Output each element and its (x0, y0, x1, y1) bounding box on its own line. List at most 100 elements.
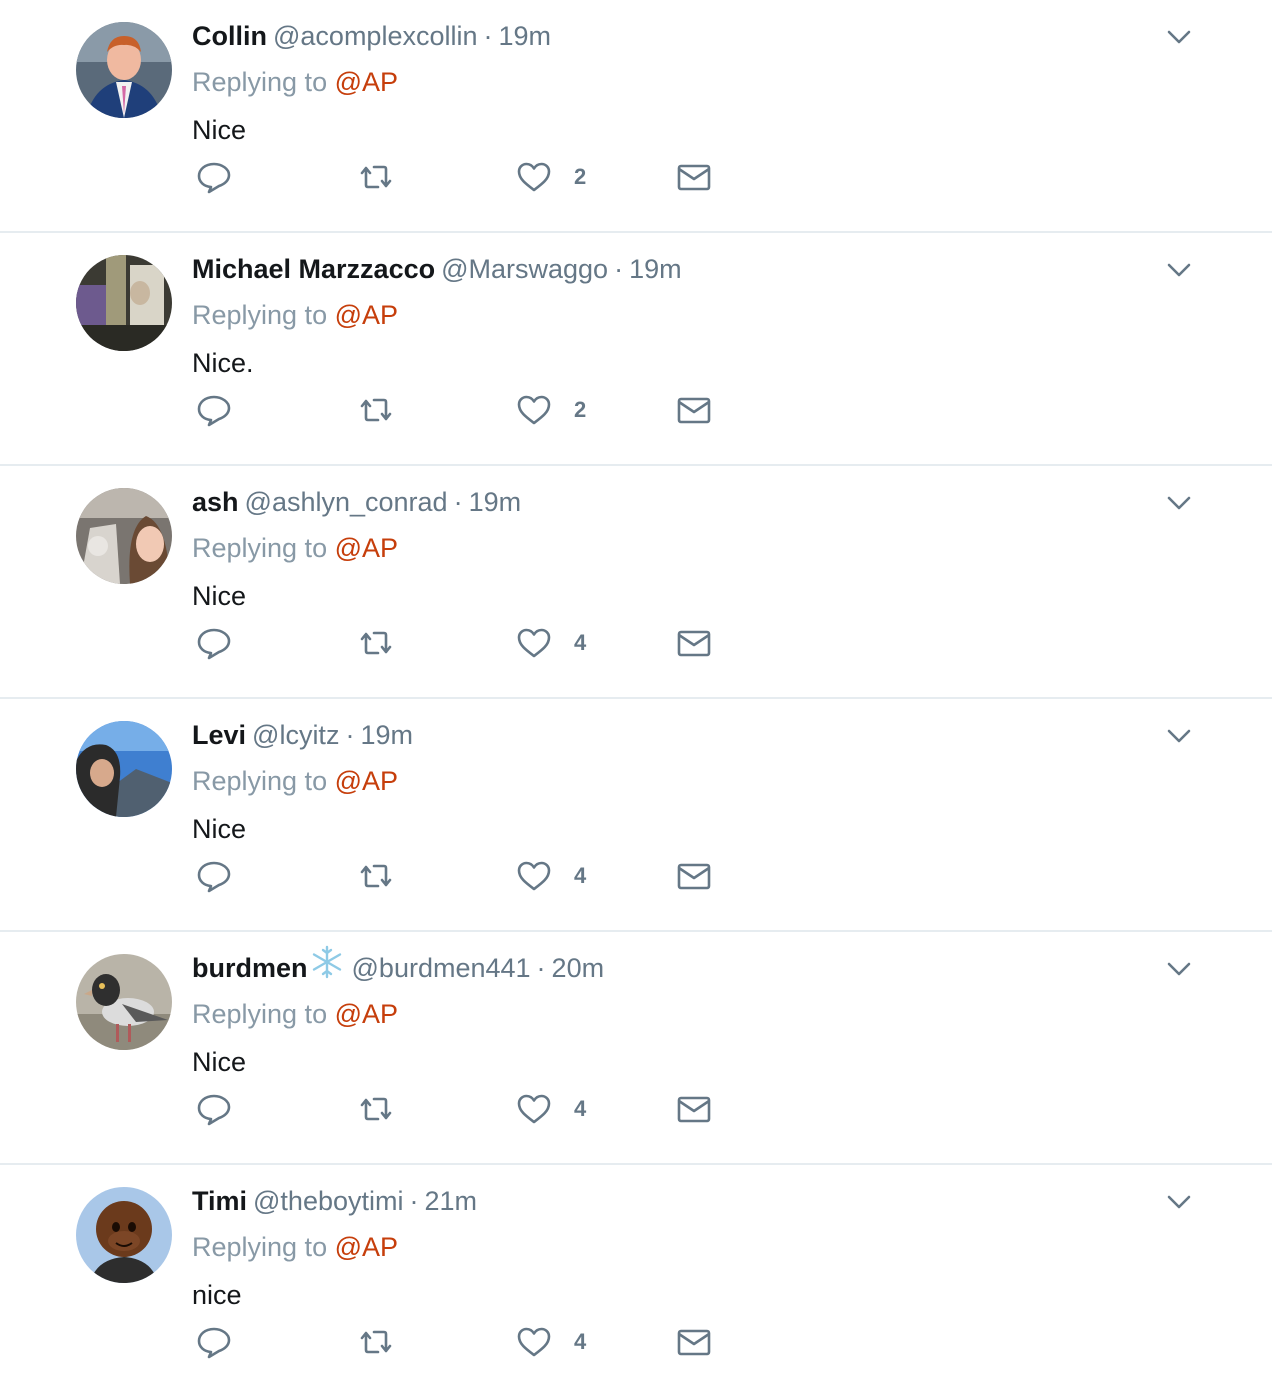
tweet-actions: 2 (192, 390, 732, 430)
reply-button[interactable] (196, 623, 232, 663)
like-button[interactable]: 4 (516, 623, 586, 663)
retweet-icon (356, 625, 396, 661)
tweet-text: Nice (192, 581, 247, 611)
direct-message-button[interactable] (676, 157, 712, 197)
like-button[interactable]: 4 (516, 1089, 586, 1129)
avatar[interactable] (76, 954, 172, 1050)
heart-icon (516, 159, 552, 195)
avatar[interactable] (76, 1187, 172, 1283)
mention-link[interactable]: @AP (335, 300, 398, 330)
reply-icon (196, 625, 232, 661)
display-name[interactable]: Michael Marzzacco (192, 254, 435, 284)
display-name[interactable]: burdmen (192, 953, 308, 983)
reply-feed: Collin @acomplexcollin · 19m Replying to @AP… (0, 0, 1272, 1398)
timestamp[interactable]: 19m (469, 487, 522, 517)
heart-icon (516, 1091, 552, 1127)
mention-link[interactable]: @AP (335, 766, 398, 796)
display-name[interactable]: Levi (192, 720, 246, 750)
retweet-icon (356, 1091, 396, 1127)
tweet-reply[interactable]: Timi @theboytimi · 21m Replying to @AP nice 4 (0, 1165, 1272, 1398)
avatar[interactable] (76, 488, 172, 584)
chevron-down-icon[interactable] (1164, 954, 1194, 984)
retweet-button[interactable] (356, 856, 396, 896)
mention-link[interactable]: @AP (335, 67, 398, 97)
reply-button[interactable] (196, 856, 232, 896)
chevron-down-icon[interactable] (1164, 1187, 1194, 1217)
avatar[interactable] (76, 255, 172, 351)
chevron-down-icon[interactable] (1164, 22, 1194, 52)
envelope-icon (676, 159, 712, 195)
like-button[interactable]: 2 (516, 157, 586, 197)
retweet-button[interactable] (356, 623, 396, 663)
replying-to: Replying to @AP (192, 530, 398, 566)
chevron-down-icon[interactable] (1164, 255, 1194, 285)
like-button[interactable]: 2 (516, 390, 586, 430)
direct-message-button[interactable] (676, 856, 712, 896)
avatar[interactable] (76, 721, 172, 817)
reply-button[interactable] (196, 157, 232, 197)
display-name[interactable]: Timi (192, 1186, 247, 1216)
tweet-text: Nice (192, 814, 247, 844)
reply-icon (196, 392, 232, 428)
replying-to: Replying to @AP (192, 1229, 398, 1265)
retweet-button[interactable] (356, 390, 396, 430)
like-count: 4 (574, 630, 587, 655)
replying-to: Replying to @AP (192, 64, 398, 100)
tweet-actions: 4 (192, 856, 732, 896)
retweet-button[interactable] (356, 157, 396, 197)
like-button[interactable]: 4 (516, 1322, 586, 1362)
tweet-reply[interactable]: Collin @acomplexcollin · 19m Replying to @AP… (0, 0, 1272, 233)
tweet-reply[interactable]: burdmen @burdmen441 · 20m Replying to @AP Nic… (0, 932, 1272, 1165)
direct-message-button[interactable] (676, 390, 712, 430)
user-handle[interactable]: @theboytimi (253, 1186, 403, 1216)
replying-to: Replying to @AP (192, 763, 398, 799)
retweet-button[interactable] (356, 1089, 396, 1129)
tweet-reply[interactable]: Levi @lcyitz · 19m Replying to @AP Nice 4 (0, 699, 1272, 932)
user-handle[interactable]: @lcyitz (252, 720, 339, 750)
chevron-down-icon[interactable] (1164, 721, 1194, 751)
tweet-reply[interactable]: Michael Marzzacco @Marswaggo · 19m Replying … (0, 233, 1272, 466)
tweet-header: ash @ashlyn_conrad · 19m (192, 482, 1152, 522)
replying-to-label: Replying to (192, 67, 328, 97)
mention-link[interactable]: @AP (335, 1232, 398, 1262)
reply-icon (196, 1324, 232, 1360)
timestamp[interactable]: 19m (360, 720, 413, 750)
envelope-icon (676, 858, 712, 894)
tweet-text: Nice. (192, 348, 254, 378)
replying-to-label: Replying to (192, 300, 328, 330)
user-handle[interactable]: @burdmen441 (352, 953, 531, 983)
like-count: 4 (574, 1329, 587, 1354)
tweet-actions: 4 (192, 1322, 732, 1362)
user-handle[interactable]: @acomplexcollin (273, 21, 478, 51)
like-count: 4 (574, 1096, 587, 1121)
retweet-icon (356, 1324, 396, 1360)
avatar[interactable] (76, 22, 172, 118)
timestamp[interactable]: 19m (499, 21, 552, 51)
direct-message-button[interactable] (676, 1322, 712, 1362)
replying-to-label: Replying to (192, 1232, 328, 1262)
tweet-header: Michael Marzzacco @Marswaggo · 19m (192, 249, 1152, 289)
timestamp[interactable]: 19m (629, 254, 682, 284)
tweet-reply[interactable]: ash @ashlyn_conrad · 19m Replying to @AP Nice… (0, 466, 1272, 699)
user-handle[interactable]: @ashlyn_conrad (245, 487, 448, 517)
user-handle[interactable]: @Marswaggo (441, 254, 608, 284)
direct-message-button[interactable] (676, 623, 712, 663)
reply-button[interactable] (196, 1089, 232, 1129)
tweet-actions: 4 (192, 623, 732, 663)
reply-button[interactable] (196, 390, 232, 430)
direct-message-button[interactable] (676, 1089, 712, 1129)
chevron-down-icon[interactable] (1164, 488, 1194, 518)
timestamp[interactable]: 20m (552, 953, 605, 983)
like-button[interactable]: 4 (516, 856, 586, 896)
tweet-text: Nice (192, 115, 247, 145)
display-name[interactable]: ash (192, 487, 239, 517)
retweet-button[interactable] (356, 1322, 396, 1362)
reply-button[interactable] (196, 1322, 232, 1362)
like-count: 2 (574, 164, 587, 189)
timestamp[interactable]: 21m (424, 1186, 477, 1216)
tweet-header: Collin @acomplexcollin · 19m (192, 16, 1152, 56)
replying-to: Replying to @AP (192, 297, 398, 333)
mention-link[interactable]: @AP (335, 999, 398, 1029)
mention-link[interactable]: @AP (335, 533, 398, 563)
display-name[interactable]: Collin (192, 21, 267, 51)
